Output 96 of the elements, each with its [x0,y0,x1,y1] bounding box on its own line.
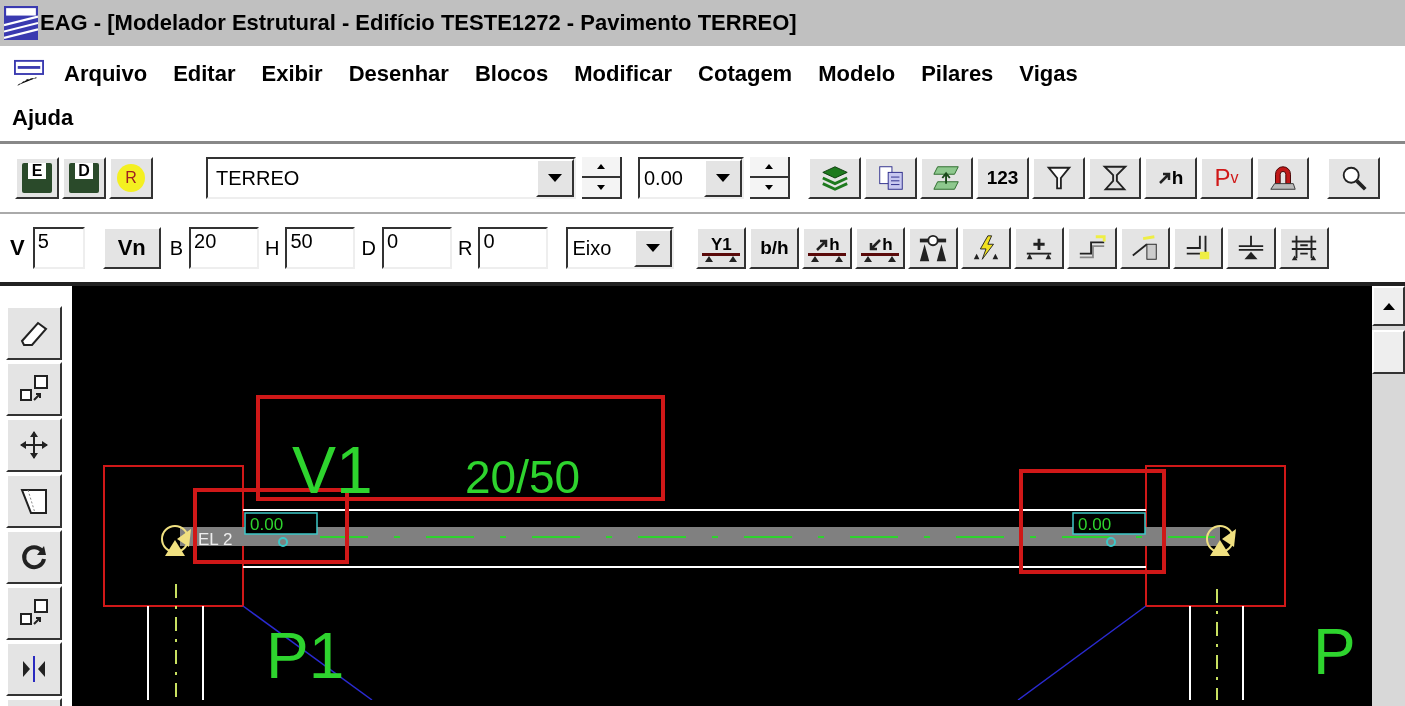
toolbar-button[interactable] [908,227,959,269]
menu-item[interactable]: Ajuda [12,105,87,131]
field-label: B [169,236,184,260]
reference-button[interactable]: R [109,157,153,199]
move-icon [18,429,50,461]
toolbar-button[interactable] [808,157,861,199]
caret-icon [646,244,661,252]
field-label: R [457,236,473,260]
level-tag: 0.00 [244,512,318,535]
toolbar-button[interactable]: h [802,227,853,269]
app-logo-icon [4,6,38,40]
caret-icon [548,174,562,182]
up-arrow-icon [597,164,605,169]
arrow-icon [815,237,830,252]
toolbar-button[interactable] [961,227,1012,269]
beam-number-field[interactable]: 5 [32,227,85,269]
arrow-icon [868,237,883,252]
vertical-scrollbar[interactable] [1372,286,1405,706]
dimension-field[interactable]: 0 [381,227,452,269]
level-marker [1106,537,1116,547]
toolbar-button[interactable]: Y1 [696,227,747,269]
save-button[interactable]: E [15,157,59,199]
spin-buttons[interactable] [750,157,790,199]
menu-item[interactable]: Desenhar [335,61,462,87]
toolbar-button[interactable] [1014,227,1065,269]
menu-item[interactable]: Blocos [461,61,562,87]
tool-button[interactable] [6,474,62,528]
toolbar-button[interactable] [920,157,973,199]
dropdown-button[interactable] [704,159,742,197]
caret-icon [716,174,730,182]
toolbar-button[interactable]: h [1144,157,1197,199]
dropdown-button[interactable] [536,159,574,197]
toolbar-button[interactable] [1088,157,1141,199]
dimension-field[interactable]: 20 [189,227,260,269]
beam-end-label: EL 2 [198,530,233,549]
toolbar-button[interactable] [1279,227,1330,269]
save-button[interactable]: D [62,157,106,199]
supports-icon [808,253,847,262]
menu-item[interactable]: Editar [160,61,249,87]
toolbar-button[interactable] [1256,157,1309,199]
level-tag: 0.00 [1072,512,1146,535]
tool-button[interactable] [6,306,62,360]
dimension-field[interactable]: 0 [478,227,549,269]
dimension-field[interactable]: 50 [285,227,356,269]
support-symbol [161,525,191,556]
beam-node-icon [918,233,949,263]
toolbar-button[interactable] [1120,227,1171,269]
down-arrow-icon [765,185,773,190]
drawing-document-icon [12,59,46,89]
up-arrow-icon [1382,302,1395,310]
toolbar-button[interactable]: h [855,227,906,269]
spin-buttons[interactable] [582,157,622,199]
beam-name: V1 [292,433,373,507]
column-name: P [1313,616,1356,688]
down-arrow-icon [597,185,605,190]
tool-button[interactable] [6,418,62,472]
menu-item[interactable]: Modificar [561,61,686,87]
toolbar-button[interactable] [864,157,917,199]
arrow-icon [1157,171,1172,185]
toolbar-button[interactable] [1173,227,1224,269]
level-marker [278,537,288,547]
toolbar-button[interactable] [1327,157,1380,199]
toolbar-button[interactable] [1032,157,1085,199]
tool-button[interactable] [6,362,62,416]
menu-item[interactable]: Modelo [805,61,909,87]
dropdown-button[interactable] [634,229,673,267]
up-arrow-icon [765,164,773,169]
menu-item[interactable]: Vigas [1006,61,1091,87]
menu-item[interactable]: Exibir [248,61,336,87]
level-combo[interactable]: 0.00 [638,157,744,199]
tool-button[interactable] [6,642,62,696]
window-title: EAG - [Modelador Estrutural - Edifício TESTE1272 - Pavimento TERREO] [40,10,797,36]
menu-item[interactable]: Cotagem [685,61,806,87]
field-label: V [10,235,25,261]
supports-icon [702,253,741,262]
beam-section: 20/50 [465,451,581,503]
toolbar-button[interactable] [1067,227,1118,269]
alignment-combo[interactable]: Eixo [566,227,675,269]
tool-button[interactable] [6,530,62,584]
menu-item[interactable]: Pilares [908,61,1007,87]
support-symbol [1206,525,1236,556]
scroll-thumb[interactable] [1372,330,1405,374]
field-label: H [265,236,280,260]
floor-levels-icon [931,163,962,193]
next-beam-button[interactable]: Vn [102,227,161,269]
toolbar-button[interactable] [1226,227,1277,269]
menu-item[interactable]: Arquivo [46,61,161,87]
tool-button[interactable] [6,586,62,640]
supports-icon [861,253,900,262]
floor-combo[interactable]: TERREO [206,157,576,199]
toolbar-button[interactable]: 123 [976,157,1029,199]
scroll-up-button[interactable] [1372,286,1405,326]
field-label: D [361,236,376,260]
magnet-icon [1267,163,1298,193]
toolbar-button[interactable]: b/h [749,227,800,269]
layers-icon [819,163,850,193]
